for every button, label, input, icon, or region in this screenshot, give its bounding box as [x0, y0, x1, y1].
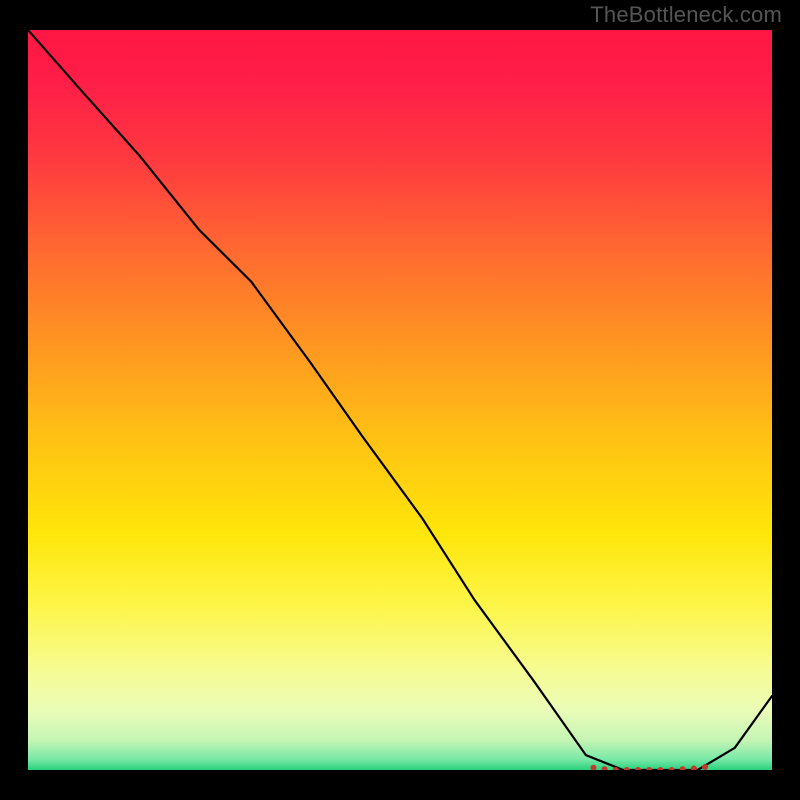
data-point-marker	[635, 767, 641, 770]
chart-container	[28, 30, 772, 770]
data-point-marker	[691, 766, 697, 770]
data-point-marker	[669, 767, 675, 770]
data-point-marker	[624, 767, 630, 770]
data-point-marker	[657, 767, 663, 770]
bottleneck-curve-path	[28, 30, 772, 770]
data-point-marker	[590, 765, 596, 770]
watermark-text: TheBottleneck.com	[590, 2, 782, 28]
data-point-marker	[646, 767, 652, 770]
data-point-marker	[602, 766, 608, 770]
data-point-marker	[680, 766, 686, 770]
data-point-marker	[702, 764, 708, 770]
bottleneck-line-chart	[28, 30, 772, 770]
